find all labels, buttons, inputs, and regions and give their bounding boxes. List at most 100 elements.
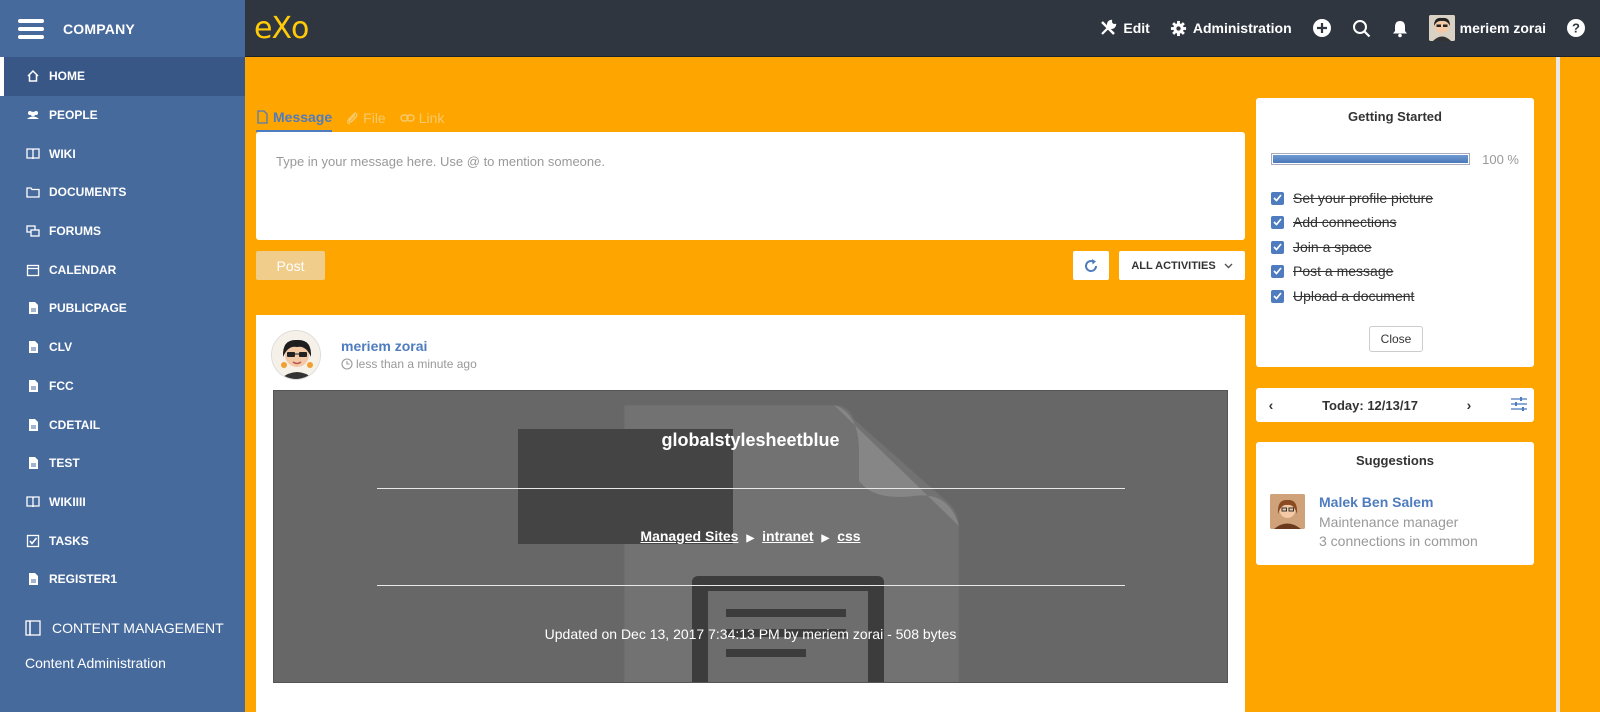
checkbox-checked-icon[interactable] <box>1271 289 1284 303</box>
sidebar-item-fcc[interactable]: FCC <box>0 367 245 406</box>
page-icon <box>26 340 40 354</box>
scrollbar[interactable] <box>1556 57 1560 712</box>
sidebar-item-test[interactable]: TEST <box>0 444 245 483</box>
suggestions-title: Suggestions <box>1355 453 1434 468</box>
activity-avatar[interactable] <box>271 330 321 380</box>
sidebar-item-calendar[interactable]: CALENDAR <box>0 250 245 289</box>
suggestion-name[interactable]: Malek Ben Salem <box>1319 494 1433 510</box>
activity-filter-dropdown[interactable]: ALL ACTIVITIES <box>1119 251 1245 280</box>
checkbox-checked-icon[interactable] <box>1271 240 1284 254</box>
activity-timestamp: less than a minute ago <box>341 357 477 371</box>
administration-button[interactable]: Administration <box>1170 20 1292 37</box>
breadcrumb-intranet[interactable]: intranet <box>762 528 813 544</box>
file-preview[interactable]: globalstylesheetblue Managed Sites ▶ intra… <box>273 390 1228 683</box>
caret-right-icon: ▶ <box>821 533 830 544</box>
suggestion-avatar[interactable] <box>1270 494 1305 529</box>
tab-file-label: File <box>363 110 386 126</box>
top-bar: eXo Edit Administration meriem zorai ? <box>245 0 1600 57</box>
sidebar-item-home[interactable]: HOME <box>0 57 245 96</box>
edit-button[interactable]: Edit <box>1099 19 1150 37</box>
divider <box>377 488 1125 489</box>
sidebar-item-clv[interactable]: CLV <box>0 328 245 367</box>
book-icon <box>26 147 40 161</box>
caret-right-icon: ▶ <box>746 533 755 544</box>
task-item: Add connections <box>1271 214 1397 230</box>
getting-started-title: Getting Started <box>1348 109 1442 124</box>
company-name[interactable]: COMPANY <box>63 21 135 37</box>
sidebar-item-wikiiii[interactable]: WIKIIII <box>0 483 245 522</box>
sidebar-link-content-administration[interactable]: Content Administration <box>0 643 245 683</box>
add-icon[interactable] <box>1312 18 1332 38</box>
breadcrumb: Managed Sites ▶ intranet ▶ css <box>274 528 1227 544</box>
sidebar-item-label: HOME <box>49 69 85 84</box>
sidebar-item-forums[interactable]: FORUMS <box>0 212 245 251</box>
sidebar-item-label: WIKI <box>49 146 76 161</box>
post-button[interactable]: Post <box>256 251 325 280</box>
activity-filter-label: ALL ACTIVITIES <box>1131 259 1216 272</box>
forums-icon <box>26 224 40 238</box>
exo-logo[interactable]: eXo <box>254 11 309 46</box>
page-icon <box>26 456 40 470</box>
sidebar-item-documents[interactable]: DOCUMENTS <box>0 173 245 212</box>
sidebar-item-people[interactable]: PEOPLE <box>0 96 245 135</box>
tab-message[interactable]: Message <box>256 104 333 132</box>
sidebar-section-content-management[interactable]: CONTENT MANAGEMENT <box>0 613 245 643</box>
paperclip-icon <box>347 112 358 125</box>
sidebar-item-label: FORUMS <box>49 224 101 239</box>
message-input[interactable]: Type in your message here. Use @ to ment… <box>256 132 1245 240</box>
task-item: Upload a document <box>1271 288 1414 304</box>
administration-label: Administration <box>1192 20 1292 36</box>
close-button[interactable]: Close <box>1369 326 1423 352</box>
sidebar-section-label: CONTENT MANAGEMENT <box>52 619 224 636</box>
suggestion-role: Maintenance manager <box>1319 514 1459 530</box>
search-icon[interactable] <box>1352 19 1371 38</box>
settings-sliders-icon[interactable] <box>1504 396 1534 414</box>
bell-icon[interactable] <box>1391 19 1409 38</box>
sidebar-item-label: PUBLICPAGE <box>49 301 127 316</box>
refresh-button[interactable] <box>1073 251 1109 280</box>
sidebar-item-cdetail[interactable]: CDETAIL <box>0 405 245 444</box>
checkbox-checked-icon[interactable] <box>1271 215 1284 229</box>
people-icon <box>26 108 40 122</box>
sidebar-item-label: CDETAIL <box>49 417 101 432</box>
sidebar-item-wiki[interactable]: WIKI <box>0 134 245 173</box>
task-label: Add connections <box>1293 214 1397 230</box>
sidebar-item-publicpage[interactable]: PUBLICPAGE <box>0 289 245 328</box>
getting-started-card: Getting Started 100 % Set your profile p… <box>1256 98 1534 367</box>
file-meta: Updated on Dec 13, 2017 7:34:13 PM by me… <box>544 626 957 642</box>
document-icon <box>257 110 268 124</box>
checkbox-checked-icon[interactable] <box>1271 264 1284 278</box>
breadcrumb-managed-sites[interactable]: Managed Sites <box>640 528 738 544</box>
file-title[interactable]: globalstylesheetblue <box>274 430 1227 451</box>
mini-calendar: ‹ Today: 12/13/17 › <box>1256 388 1534 422</box>
calendar-today[interactable]: Today: 12/13/17 <box>1286 398 1454 413</box>
calendar-icon <box>26 263 40 277</box>
link-icon <box>399 114 415 122</box>
breadcrumb-css[interactable]: css <box>837 528 860 544</box>
chevron-right-icon[interactable]: › <box>1454 397 1484 413</box>
tab-link-label: Link <box>418 110 445 126</box>
checkbox-checked-icon[interactable] <box>1271 191 1284 205</box>
task-label: Set your profile picture <box>1293 190 1434 206</box>
tab-link[interactable]: Link <box>399 104 445 132</box>
tab-file[interactable]: File <box>346 104 386 132</box>
top-bar-actions: Edit Administration meriem zorai ? <box>1079 0 1600 56</box>
sidebar-item-register1[interactable]: REGISTER1 <box>0 560 245 599</box>
message-placeholder: Type in your message here. Use @ to ment… <box>276 154 605 169</box>
user-menu[interactable]: meriem zorai <box>1428 15 1546 41</box>
svg-text:?: ? <box>1572 21 1580 36</box>
page-icon <box>26 572 40 586</box>
progress-percent: 100 % <box>1482 152 1519 167</box>
page-icon <box>26 379 40 393</box>
divider <box>377 585 1125 586</box>
refresh-icon <box>1085 258 1098 272</box>
activity-author[interactable]: meriem zorai <box>341 338 427 354</box>
hamburger-menu-icon[interactable] <box>18 18 44 39</box>
sidebar-item-label: CLV <box>49 340 73 355</box>
help-icon[interactable]: ? <box>1566 18 1586 38</box>
chevron-left-icon[interactable]: ‹ <box>1256 397 1286 413</box>
sidebar-item-label: CALENDAR <box>49 262 117 277</box>
sidebar-item-label: FCC <box>49 378 74 393</box>
sidebar-item-tasks[interactable]: TASKS <box>0 521 245 560</box>
content-icon <box>24 619 42 637</box>
